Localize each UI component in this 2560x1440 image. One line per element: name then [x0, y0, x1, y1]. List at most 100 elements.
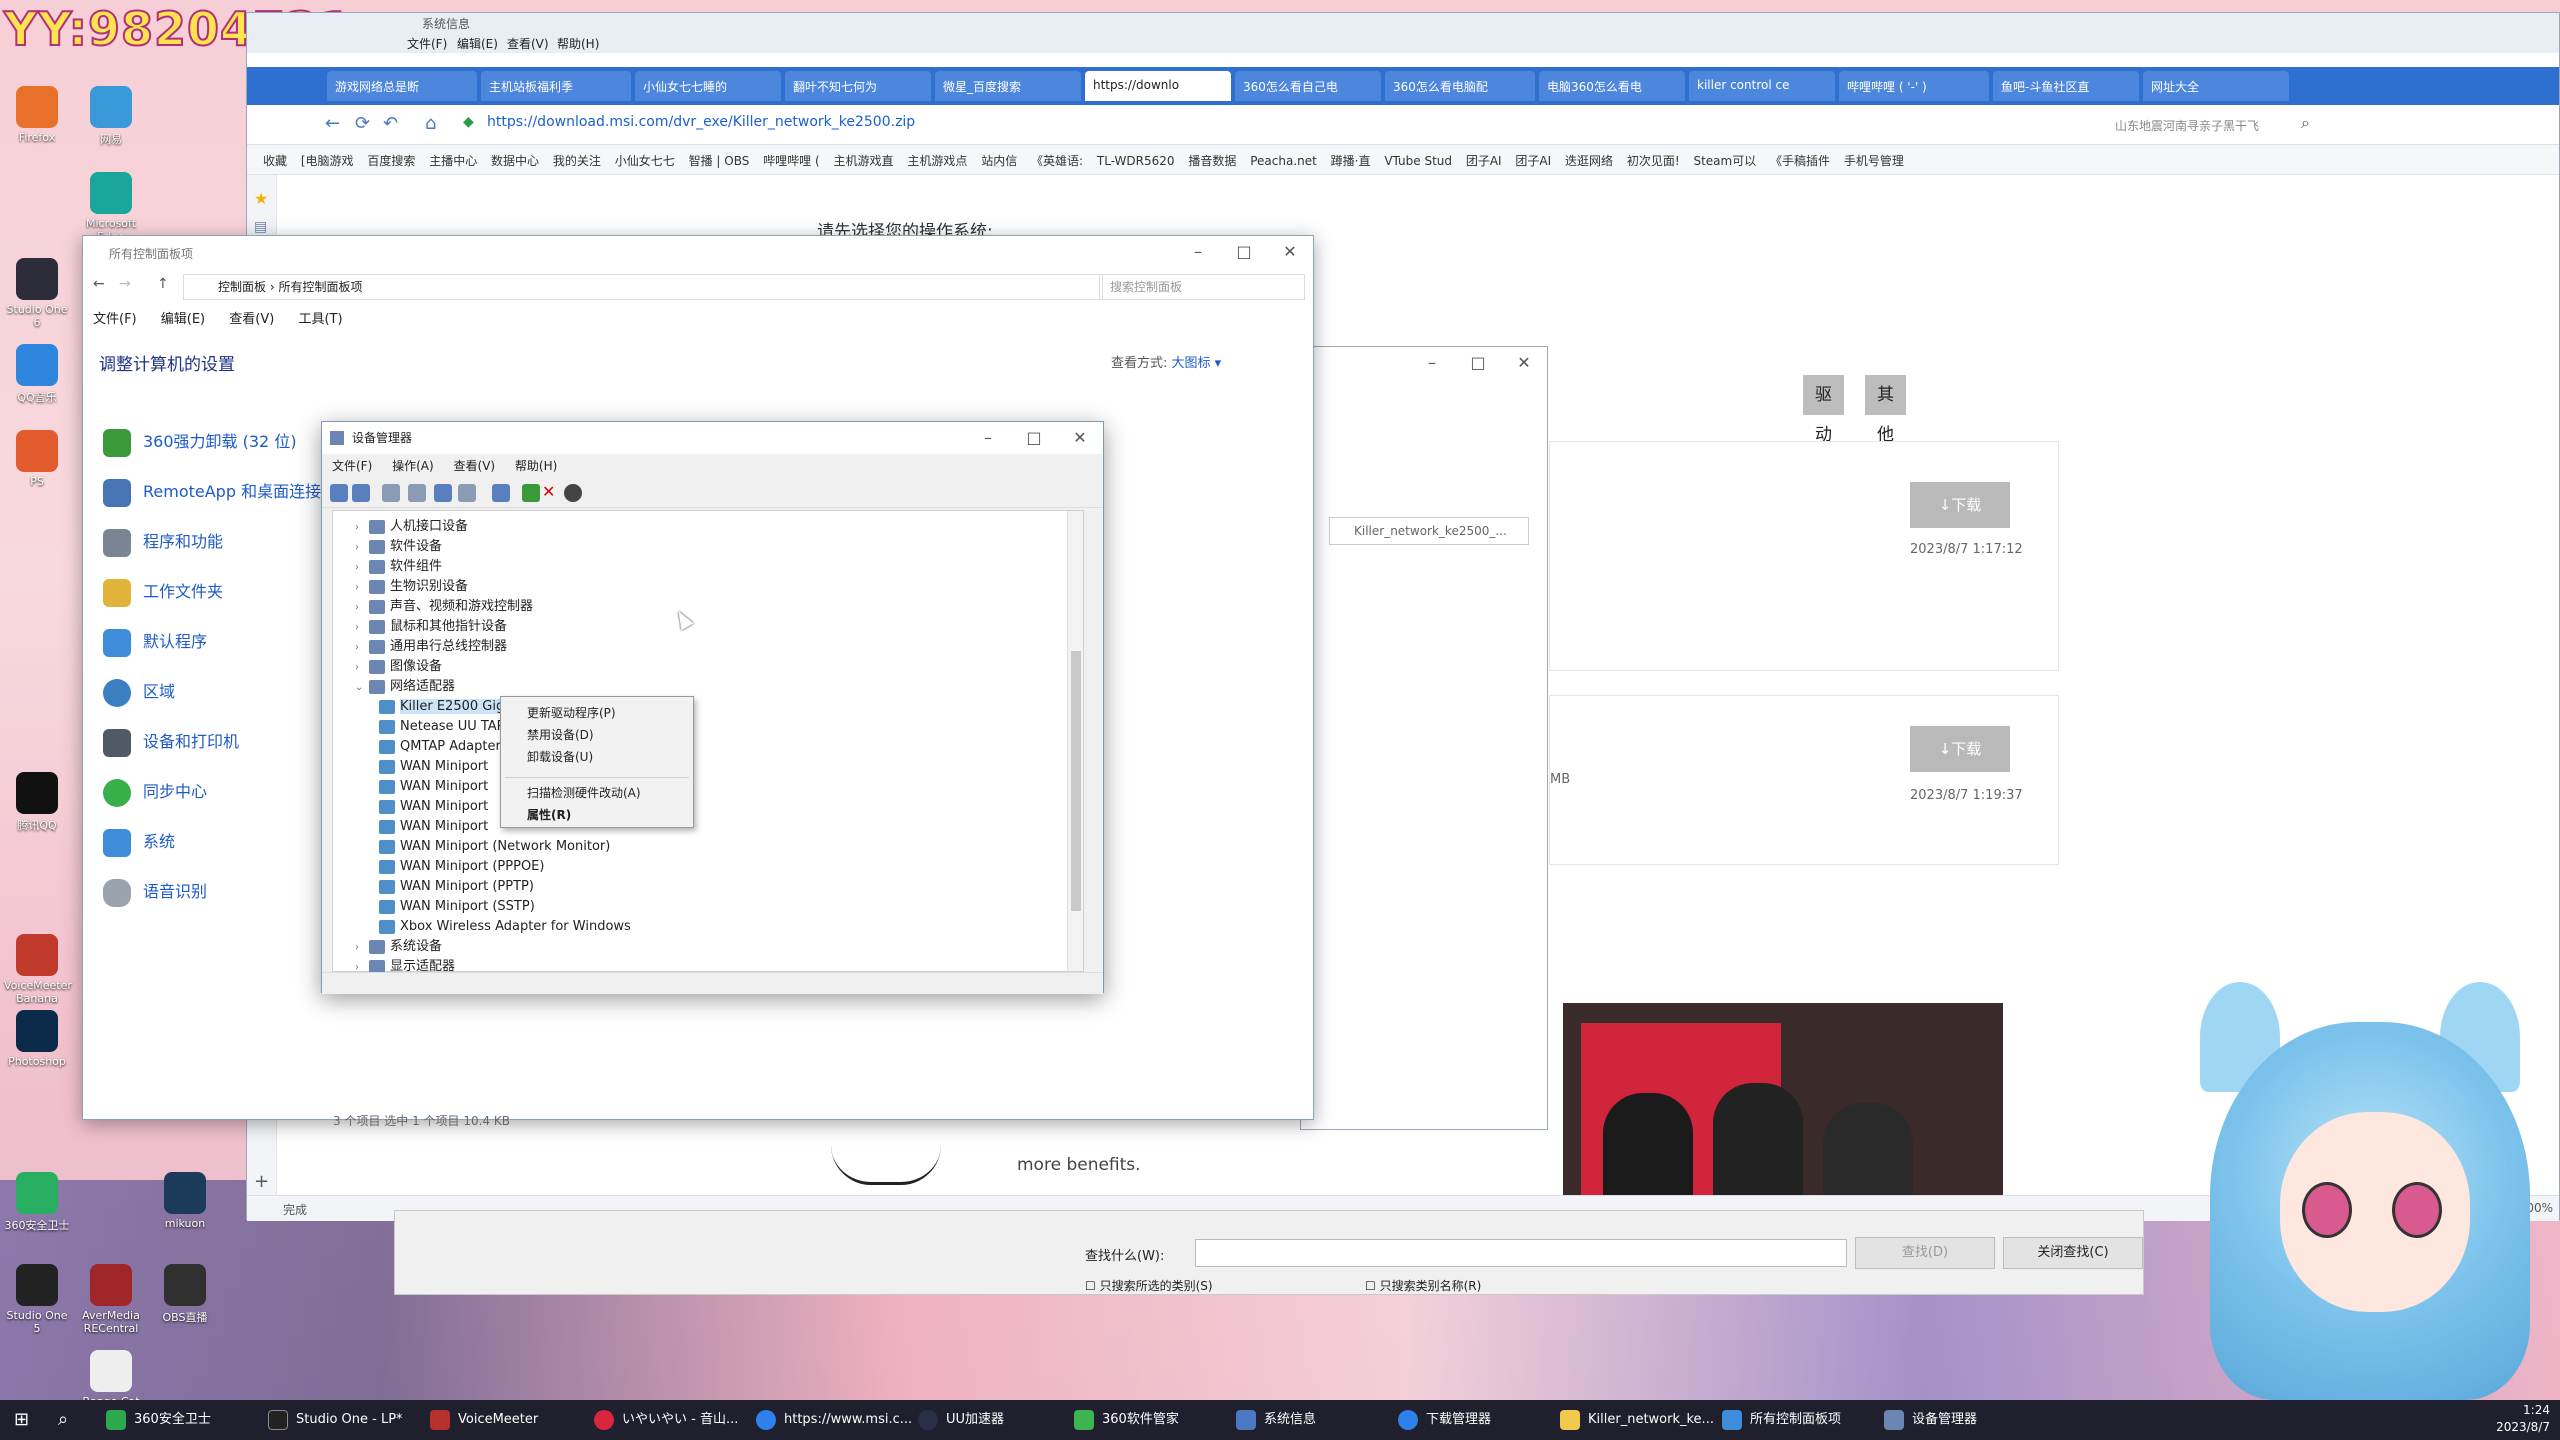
- bookmark[interactable]: 收藏: [263, 152, 287, 169]
- tree-device[interactable]: Netease UU TAP: [379, 717, 505, 737]
- back-icon[interactable]: ←: [325, 113, 340, 134]
- tree-device[interactable]: WAN Miniport: [379, 797, 488, 817]
- expand-icon[interactable]: ›: [355, 598, 369, 618]
- taskbar-item[interactable]: 所有控制面板项: [1722, 1400, 1841, 1440]
- update-driver-icon[interactable]: [522, 484, 540, 502]
- expand-icon[interactable]: ›: [355, 538, 369, 558]
- tab-drivers[interactable]: 驱动: [1803, 375, 1844, 445]
- bookmark[interactable]: 《英雄语:: [1031, 152, 1083, 169]
- menu-help[interactable]: 帮助(H): [515, 459, 557, 473]
- properties-icon[interactable]: [382, 484, 400, 502]
- tab-other-drivers[interactable]: 其他驱动: [1865, 375, 1906, 525]
- desktop-icon[interactable]: QQ音乐: [4, 344, 70, 405]
- browser-tab[interactable]: 小仙女七七睡的: [635, 71, 781, 101]
- scrollbar[interactable]: [1067, 511, 1083, 971]
- help-icon[interactable]: [434, 484, 452, 502]
- back-icon[interactable]: ←: [93, 276, 105, 292]
- tree-category[interactable]: › 人机接口设备: [355, 517, 468, 537]
- bookmark[interactable]: 小仙女七七: [615, 152, 675, 169]
- minimize-icon[interactable]: –: [965, 422, 1011, 454]
- breadcrumb[interactable]: 控制面板 › 所有控制面板项: [183, 274, 1103, 300]
- bookmark[interactable]: VTube Stud: [1384, 154, 1452, 168]
- undo-icon[interactable]: ↶: [383, 113, 398, 134]
- search-icon[interactable]: ⌕: [2301, 113, 2310, 133]
- browser-tab[interactable]: 电脑360怎么看电: [1539, 71, 1685, 101]
- tree-device[interactable]: QMTAP Adapter: [379, 737, 501, 757]
- tree-category[interactable]: › 生物识别设备: [355, 577, 468, 597]
- cp-item[interactable]: 设备和打印机: [103, 722, 239, 762]
- expand-icon[interactable]: ›: [355, 518, 369, 538]
- close-icon[interactable]: ✕: [1267, 236, 1313, 268]
- bookmark[interactable]: 手机号管理: [1844, 152, 1904, 169]
- close-icon[interactable]: ✕: [1501, 347, 1547, 379]
- add-icon[interactable]: +: [254, 1171, 269, 1192]
- taskbar-item[interactable]: 360安全卫士: [106, 1400, 211, 1440]
- browser-tab[interactable]: killer control ce: [1689, 71, 1835, 101]
- download-search-input[interactable]: Killer_network_ke2500_...: [1329, 517, 1529, 545]
- browser-tab[interactable]: 360怎么看电脑配: [1385, 71, 1535, 101]
- cp-item[interactable]: 360强力卸载 (32 位): [103, 422, 297, 462]
- bookmark[interactable]: Peacha.net: [1250, 154, 1317, 168]
- desktop-icon[interactable]: 网易: [78, 86, 144, 147]
- menu-view[interactable]: 查看(V): [507, 35, 549, 52]
- maximize-icon[interactable]: □: [1011, 422, 1057, 454]
- breadcrumb-item[interactable]: 所有控制面板项: [278, 280, 362, 294]
- bookmark[interactable]: 团子AI: [1466, 152, 1502, 169]
- option-selected-category[interactable]: ☐ 只搜索所选的类别(S): [1085, 1277, 1213, 1294]
- tree-device[interactable]: WAN Miniport: [379, 777, 488, 797]
- checkbox-icon[interactable]: ☐: [1365, 1279, 1376, 1293]
- tree-device[interactable]: WAN Miniport (Network Monitor): [379, 837, 610, 857]
- desktop-icon[interactable]: Firefox: [4, 86, 70, 144]
- menu-edit[interactable]: 编辑(E): [457, 35, 498, 52]
- maximize-icon[interactable]: □: [1455, 347, 1501, 379]
- bookmark[interactable]: 蹲播·直: [1331, 152, 1371, 169]
- up-icon[interactable]: ↑: [157, 276, 169, 292]
- forward-icon[interactable]: →: [119, 276, 131, 292]
- tree-category-expanded[interactable]: ⌄ 网络适配器: [355, 677, 455, 697]
- desktop-icon[interactable]: Photoshop: [4, 1010, 70, 1068]
- browser-tab[interactable]: 360怎么看自己电: [1235, 71, 1381, 101]
- tree-category[interactable]: › 软件设备: [355, 537, 442, 557]
- windows-start-icon[interactable]: ⊞: [14, 1400, 29, 1440]
- desktop-icon[interactable]: 360安全卫士: [4, 1172, 70, 1233]
- menu-view[interactable]: 查看(V): [229, 312, 274, 327]
- bookmark[interactable]: 《手稿插件: [1770, 152, 1830, 169]
- browser-tab[interactable]: 翻叶不知七何为: [785, 71, 931, 101]
- minimize-icon[interactable]: –: [1409, 347, 1455, 379]
- bookmark[interactable]: 站内信: [981, 152, 1017, 169]
- desktop-icon[interactable]: mikuon: [152, 1172, 218, 1230]
- expand-icon[interactable]: ›: [355, 638, 369, 658]
- bookmark[interactable]: 哔哩哔哩 (: [763, 152, 820, 169]
- expand-icon[interactable]: ›: [355, 938, 369, 958]
- search-icon[interactable]: ⌕: [58, 1400, 68, 1440]
- checkbox-icon[interactable]: ☐: [1085, 1279, 1096, 1293]
- cp-item[interactable]: 工作文件夹: [103, 572, 223, 612]
- home-icon[interactable]: ⌂: [425, 113, 436, 134]
- bookmark[interactable]: 我的关注: [553, 152, 601, 169]
- bookmark[interactable]: 百度搜索: [367, 152, 415, 169]
- menu-file[interactable]: 文件(F): [332, 459, 372, 473]
- bookmark[interactable]: 主机游戏直: [834, 152, 894, 169]
- view-icon[interactable]: [458, 484, 476, 502]
- desktop-icon[interactable]: Microsoft Edge: [78, 172, 144, 243]
- tree-device[interactable]: WAN Miniport (PPTP): [379, 877, 534, 897]
- menu-edit[interactable]: 编辑(E): [161, 312, 205, 327]
- uninstall-icon[interactable]: ✕: [542, 482, 555, 501]
- menu-file[interactable]: 文件(F): [93, 312, 137, 327]
- bookmark[interactable]: [电脑游戏: [301, 152, 354, 169]
- bookmark[interactable]: 迭逛网络: [1565, 152, 1613, 169]
- minimize-icon[interactable]: –: [1175, 236, 1221, 268]
- tree-category[interactable]: › 图像设备: [355, 657, 442, 677]
- system-clock[interactable]: 1:24 2023/8/7: [2496, 1402, 2550, 1436]
- browser-tab[interactable]: 网址大全: [2143, 71, 2289, 101]
- maximize-icon[interactable]: □: [1221, 236, 1267, 268]
- taskbar-item[interactable]: いやいやい - 音山...: [594, 1400, 738, 1440]
- desktop-icon[interactable]: AverMedia RECentral: [78, 1264, 144, 1335]
- find-input[interactable]: [1195, 1239, 1847, 1267]
- cp-item[interactable]: 区域: [103, 672, 175, 712]
- bookmark[interactable]: 数据中心: [491, 152, 539, 169]
- back-icon[interactable]: [330, 484, 348, 502]
- browser-tab[interactable]: 微星_百度搜索: [935, 71, 1081, 101]
- menu-item-update-driver[interactable]: 更新驱动程序(P): [527, 703, 616, 723]
- expand-icon[interactable]: ›: [355, 618, 369, 638]
